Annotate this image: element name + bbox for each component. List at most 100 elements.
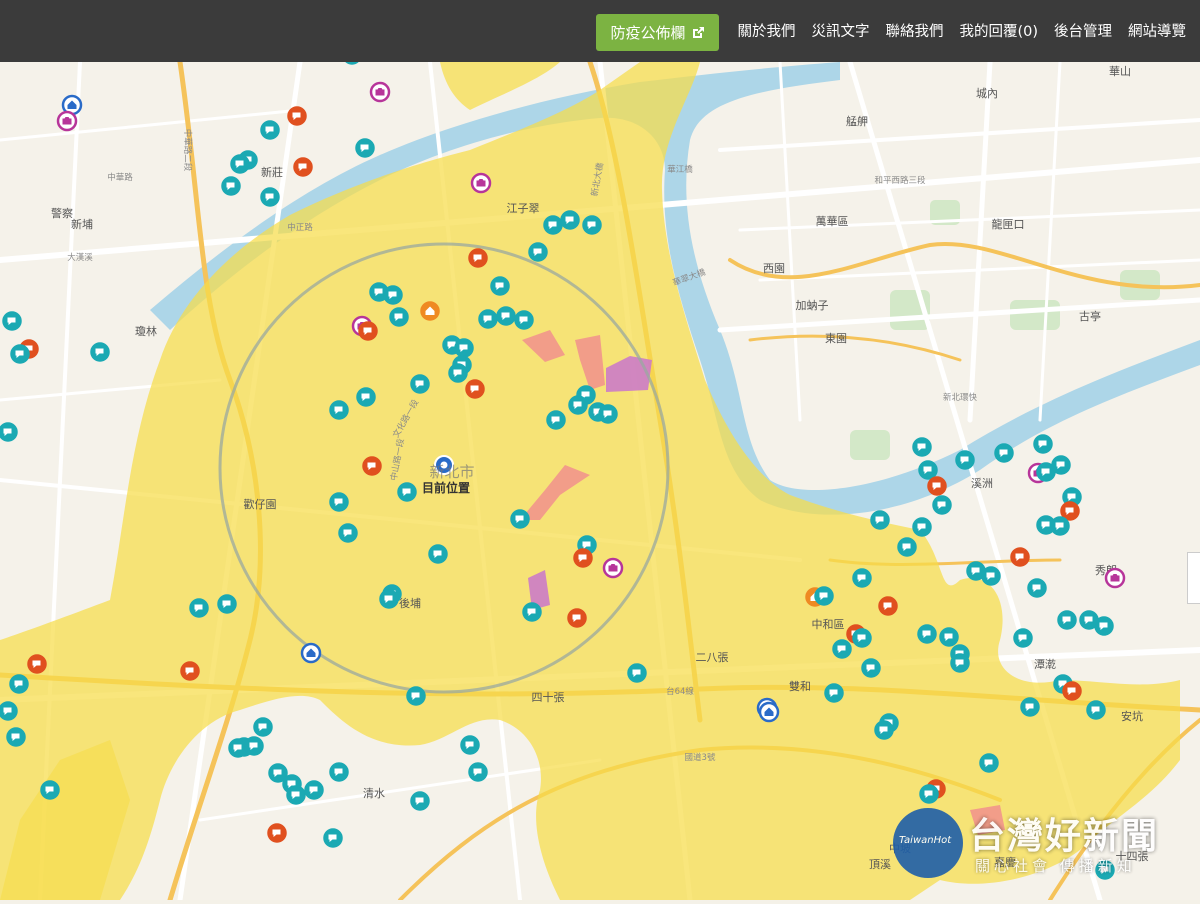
map-marker-chat-bubble-icon[interactable] bbox=[918, 460, 938, 480]
map-marker-chat-bubble-icon[interactable] bbox=[329, 400, 349, 420]
map-marker-camera-icon[interactable] bbox=[56, 110, 78, 132]
map-marker-chat-bubble-icon[interactable] bbox=[560, 210, 580, 230]
map-marker-chat-bubble-icon[interactable] bbox=[6, 727, 26, 747]
map-marker-chat-bubble-icon[interactable] bbox=[221, 176, 241, 196]
map-marker-chat-bubble-icon[interactable] bbox=[490, 276, 510, 296]
map-marker-camera-icon[interactable] bbox=[369, 81, 391, 103]
map-marker-chat-bubble-icon[interactable] bbox=[981, 566, 1001, 586]
map-marker-chat-bubble-icon[interactable] bbox=[897, 537, 917, 557]
map-marker-chat-bubble-icon[interactable] bbox=[329, 762, 349, 782]
map-marker-chat-bubble-icon[interactable] bbox=[189, 598, 209, 618]
nav-link-admin[interactable]: 後台管理 bbox=[1054, 14, 1112, 51]
map-marker-chat-bubble-icon[interactable] bbox=[1062, 681, 1082, 701]
map-marker-chat-bubble-icon[interactable] bbox=[260, 120, 280, 140]
map-marker-chat-bubble-icon[interactable] bbox=[27, 654, 47, 674]
map-marker-chat-bubble-icon[interactable] bbox=[543, 215, 563, 235]
map-marker-chat-bubble-icon[interactable] bbox=[260, 187, 280, 207]
map-marker-chat-bubble-icon[interactable] bbox=[90, 342, 110, 362]
map-marker-chat-bubble-icon[interactable] bbox=[874, 720, 894, 740]
map-marker-chat-bubble-icon[interactable] bbox=[379, 589, 399, 609]
map-marker-chat-bubble-icon[interactable] bbox=[9, 674, 29, 694]
map-marker-chat-bubble-icon[interactable] bbox=[460, 735, 480, 755]
map-marker-chat-bubble-icon[interactable] bbox=[428, 544, 448, 564]
map-marker-chat-bubble-icon[interactable] bbox=[598, 404, 618, 424]
map-marker-chat-bubble-icon[interactable] bbox=[573, 548, 593, 568]
map-marker-chat-bubble-icon[interactable] bbox=[1057, 610, 1077, 630]
map-marker-chat-bubble-icon[interactable] bbox=[514, 310, 534, 330]
nav-link-disaster-text[interactable]: 災訊文字 bbox=[811, 14, 869, 51]
map-marker-camera-icon[interactable] bbox=[602, 557, 624, 579]
map-marker-chat-bubble-icon[interactable] bbox=[955, 450, 975, 470]
map-marker-house-icon[interactable] bbox=[300, 642, 322, 664]
map-marker-chat-bubble-icon[interactable] bbox=[496, 306, 516, 326]
map-marker-chat-bubble-icon[interactable] bbox=[448, 363, 468, 383]
map-marker-chat-bubble-icon[interactable] bbox=[329, 492, 349, 512]
map-marker-chat-bubble-icon[interactable] bbox=[228, 738, 248, 758]
map-marker-house-icon[interactable] bbox=[758, 701, 780, 723]
map-marker-chat-bubble-icon[interactable] bbox=[824, 683, 844, 703]
map-canvas[interactable]: 華山 城內 艋舺 龍匣口 萬華區 西園 加蚋子 東園 古亭 江子翠 新莊 新埔 瓊林 歡仔園 中和區 溪洲 秀朗… bbox=[0, 0, 1200, 903]
map-marker-chat-bubble-icon[interactable] bbox=[355, 138, 375, 158]
map-marker-chat-bubble-icon[interactable] bbox=[939, 627, 959, 647]
map-marker-chat-bubble-icon[interactable] bbox=[528, 242, 548, 262]
map-marker-chat-bubble-icon[interactable] bbox=[870, 510, 890, 530]
map-marker-chat-bubble-icon[interactable] bbox=[180, 661, 200, 681]
map-marker-chat-bubble-icon[interactable] bbox=[253, 717, 273, 737]
map-marker-chat-bubble-icon[interactable] bbox=[406, 686, 426, 706]
map-marker-chat-bubble-icon[interactable] bbox=[927, 476, 947, 496]
map-marker-chat-bubble-icon[interactable] bbox=[304, 780, 324, 800]
map-marker-camera-icon[interactable] bbox=[1104, 567, 1126, 589]
map-marker-chat-bubble-icon[interactable] bbox=[1027, 578, 1047, 598]
map-marker-chat-bubble-icon[interactable] bbox=[522, 602, 542, 622]
map-marker-chat-bubble-icon[interactable] bbox=[217, 594, 237, 614]
map-marker-chat-bubble-icon[interactable] bbox=[358, 321, 378, 341]
map-marker-chat-bubble-icon[interactable] bbox=[568, 395, 588, 415]
map-marker-chat-bubble-icon[interactable] bbox=[1086, 700, 1106, 720]
map-marker-chat-bubble-icon[interactable] bbox=[286, 785, 306, 805]
map-marker-chat-bubble-icon[interactable] bbox=[1051, 455, 1071, 475]
map-marker-chat-bubble-icon[interactable] bbox=[852, 628, 872, 648]
map-marker-chat-bubble-icon[interactable] bbox=[1033, 434, 1053, 454]
map-marker-chat-bubble-icon[interactable] bbox=[878, 596, 898, 616]
map-marker-chat-bubble-icon[interactable] bbox=[627, 663, 647, 683]
nav-link-my-replies[interactable]: 我的回覆(0) bbox=[959, 14, 1038, 51]
map-marker-chat-bubble-icon[interactable] bbox=[832, 639, 852, 659]
map-marker-house-icon[interactable] bbox=[420, 301, 440, 321]
map-marker-chat-bubble-icon[interactable] bbox=[567, 608, 587, 628]
nav-link-contact[interactable]: 聯絡我們 bbox=[885, 14, 943, 51]
map-marker-chat-bubble-icon[interactable] bbox=[1020, 697, 1040, 717]
map-marker-chat-bubble-icon[interactable] bbox=[2, 311, 22, 331]
nav-link-sitemap[interactable]: 網站導覽 bbox=[1128, 14, 1186, 51]
map-marker-chat-bubble-icon[interactable] bbox=[293, 157, 313, 177]
map-marker-chat-bubble-icon[interactable] bbox=[356, 387, 376, 407]
map-marker-chat-bubble-icon[interactable] bbox=[852, 568, 872, 588]
map-marker-chat-bubble-icon[interactable] bbox=[510, 509, 530, 529]
map-marker-chat-bubble-icon[interactable] bbox=[468, 762, 488, 782]
map-marker-chat-bubble-icon[interactable] bbox=[287, 106, 307, 126]
map-marker-chat-bubble-icon[interactable] bbox=[468, 248, 488, 268]
map-marker-chat-bubble-icon[interactable] bbox=[244, 736, 264, 756]
map-marker-chat-bubble-icon[interactable] bbox=[40, 780, 60, 800]
map-marker-chat-bubble-icon[interactable] bbox=[1010, 547, 1030, 567]
map-marker-chat-bubble-icon[interactable] bbox=[323, 828, 343, 848]
map-marker-camera-icon[interactable] bbox=[470, 172, 492, 194]
map-marker-chat-bubble-icon[interactable] bbox=[267, 823, 287, 843]
map-marker-chat-bubble-icon[interactable] bbox=[1094, 616, 1114, 636]
map-marker-chat-bubble-icon[interactable] bbox=[994, 443, 1014, 463]
map-marker-chat-bubble-icon[interactable] bbox=[1013, 628, 1033, 648]
map-marker-chat-bubble-icon[interactable] bbox=[912, 517, 932, 537]
map-marker-chat-bubble-icon[interactable] bbox=[979, 753, 999, 773]
map-marker-chat-bubble-icon[interactable] bbox=[1050, 516, 1070, 536]
map-marker-chat-bubble-icon[interactable] bbox=[230, 154, 250, 174]
map-marker-chat-bubble-icon[interactable] bbox=[0, 701, 18, 721]
map-marker-chat-bubble-icon[interactable] bbox=[397, 482, 417, 502]
map-marker-chat-bubble-icon[interactable] bbox=[410, 374, 430, 394]
map-marker-chat-bubble-icon[interactable] bbox=[10, 344, 30, 364]
map-marker-chat-bubble-icon[interactable] bbox=[546, 410, 566, 430]
map-marker-chat-bubble-icon[interactable] bbox=[465, 379, 485, 399]
map-marker-chat-bubble-icon[interactable] bbox=[814, 586, 834, 606]
map-marker-chat-bubble-icon[interactable] bbox=[454, 338, 474, 358]
map-marker-chat-bubble-icon[interactable] bbox=[919, 784, 939, 804]
nav-link-about[interactable]: 關於我們 bbox=[737, 14, 795, 51]
map-marker-chat-bubble-icon[interactable] bbox=[950, 653, 970, 673]
